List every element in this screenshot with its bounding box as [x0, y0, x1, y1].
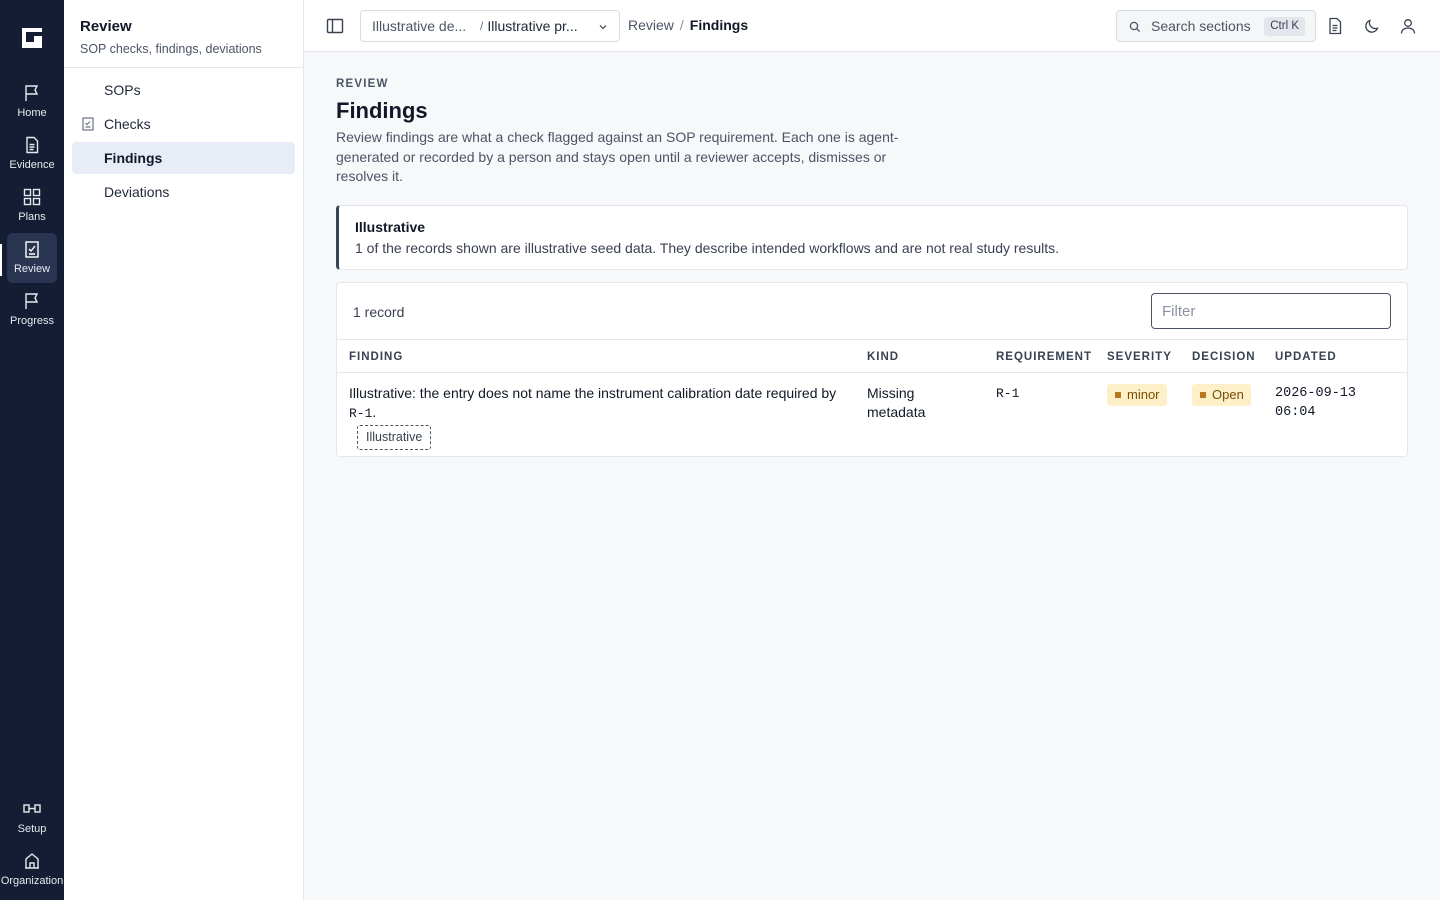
finding-cell: Illustrative: the entry does not name th…	[349, 384, 849, 450]
sidebar-item-label: Deviations	[104, 184, 170, 200]
sidebar-item-label: SOPs	[104, 82, 141, 98]
column-header-kind[interactable]: KIND	[867, 351, 899, 363]
finding-text-end: .	[372, 404, 377, 420]
kind-cell: Missing metadata	[867, 385, 926, 420]
updated-cell: 2026-09-13 06:04	[1275, 386, 1357, 420]
rail-item-plans[interactable]: Plans	[0, 184, 64, 232]
column-header-updated[interactable]: UPDATED	[1275, 351, 1337, 363]
sidebar-item-deviations[interactable]: Deviations	[72, 176, 295, 208]
search-icon	[1129, 21, 1141, 33]
column-header-requirement[interactable]: REQUIREMENT	[996, 351, 1092, 363]
page-description: Review findings are what a check flagged…	[336, 129, 899, 184]
breadcrumb-review[interactable]: Review	[628, 17, 674, 33]
app-rail: Home Evidence Plans Review Progress Setu…	[0, 0, 64, 900]
finding-requirement-ref: R-1	[349, 406, 373, 421]
severity-badge: minor	[1107, 384, 1167, 406]
illustrative-notice: Illustrative 1 of the records shown are …	[336, 205, 1408, 270]
chevron-down-icon	[599, 25, 607, 30]
docs-icon[interactable]	[1326, 17, 1344, 35]
rail-item-label: Progress	[9, 315, 55, 327]
notice-body: 1 of the records shown are illustrative …	[355, 240, 1060, 256]
flag-icon	[25, 85, 39, 101]
column-header-decision[interactable]: DECISION	[1192, 351, 1256, 363]
sidebar-subtitle: SOP checks, findings, deviations	[80, 42, 262, 56]
building-icon	[25, 853, 39, 869]
sidebar-item-sops[interactable]: SOPs	[72, 74, 295, 106]
column-header-finding[interactable]: FINDING	[349, 351, 403, 363]
sidebar-toggle-icon[interactable]	[326, 17, 344, 35]
grid-icon	[23, 188, 41, 206]
context-project: Illustrative pr...	[487, 18, 578, 34]
decision-label: Open	[1212, 387, 1244, 402]
severity-label: minor	[1127, 387, 1160, 402]
moon-icon[interactable]	[1363, 17, 1381, 35]
column-header-severity[interactable]: SEVERITY	[1107, 351, 1172, 363]
section-sidebar: Review SOP checks, findings, deviations …	[64, 0, 304, 900]
table-header: FINDING KIND REQUIREMENT SEVERITY DECISI…	[337, 339, 1407, 373]
clipboard-check-icon	[25, 241, 39, 258]
rail-item-label: Home	[17, 107, 47, 119]
sidebar-item-checks[interactable]: Checks	[72, 108, 295, 140]
breadcrumb: Review / Findings	[628, 17, 749, 33]
rail-item-setup[interactable]: Setup	[0, 796, 64, 844]
link-icon	[23, 804, 41, 813]
top-bar: Illustrative de... / Illustrative pr... …	[304, 0, 1440, 52]
rail-item-label: Organization	[0, 875, 64, 887]
search-input[interactable]: Search sections Ctrl K	[1116, 10, 1316, 42]
search-placeholder: Search sections	[1151, 18, 1251, 34]
rail-item-label: Setup	[17, 823, 47, 835]
rail-item-review[interactable]: Review	[0, 233, 64, 284]
rail-item-home[interactable]: Home	[0, 80, 64, 128]
filter-input[interactable]	[1151, 293, 1391, 329]
requirement-cell[interactable]: R-1	[996, 384, 1019, 403]
rail-item-organization[interactable]: Organization	[0, 848, 64, 896]
context-organization: Illustrative de...	[372, 18, 467, 34]
rail-item-label: Evidence	[9, 159, 55, 171]
context-switcher[interactable]: Illustrative de... / Illustrative pr...	[360, 10, 620, 42]
document-icon	[26, 136, 39, 154]
sidebar-item-label: Checks	[104, 116, 151, 132]
record-count: 1 record	[353, 304, 405, 320]
rail-item-label: Plans	[18, 211, 46, 223]
finding-text: Illustrative: the entry does not name th…	[349, 385, 837, 401]
page-title: Findings	[336, 98, 428, 123]
notice-title: Illustrative	[355, 219, 426, 235]
sidebar-header: Review SOP checks, findings, deviations	[64, 0, 303, 68]
breadcrumb-current: Findings	[689, 17, 749, 33]
rail-item-evidence[interactable]: Evidence	[0, 132, 64, 180]
user-icon[interactable]	[1399, 17, 1417, 35]
findings-table-panel: 1 record FINDING KIND REQUIREMENT SEVERI…	[336, 282, 1408, 457]
sidebar-item-label: Findings	[104, 150, 163, 166]
sidebar-title: Review	[80, 18, 132, 35]
main-content: REVIEW Findings Review findings are what…	[304, 52, 1440, 900]
search-shortcut: Ctrl K	[1264, 17, 1305, 36]
illustrative-tag: Illustrative	[357, 425, 432, 450]
flag-icon	[25, 293, 39, 309]
checklist-icon	[82, 117, 94, 131]
decision-badge: Open	[1192, 384, 1251, 406]
rail-item-label: Review	[13, 263, 51, 275]
rail-item-progress[interactable]: Progress	[0, 288, 64, 336]
sidebar-item-findings[interactable]: Findings	[72, 142, 295, 174]
table-row[interactable]: Illustrative: the entry does not name th…	[337, 374, 1407, 456]
page-eyebrow: REVIEW	[336, 78, 389, 90]
app-logo[interactable]	[20, 26, 44, 48]
context-separator: /	[480, 19, 484, 33]
